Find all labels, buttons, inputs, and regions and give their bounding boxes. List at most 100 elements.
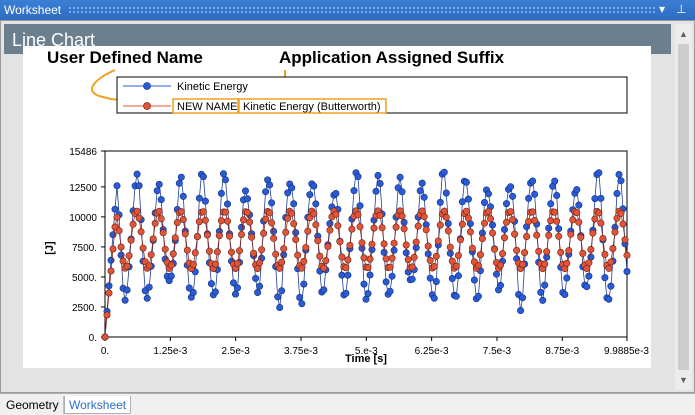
x-tick-label: 6.25e-3 — [415, 346, 449, 357]
data-point — [234, 259, 242, 267]
data-point — [408, 275, 416, 283]
data-point — [498, 250, 506, 258]
tab-worksheet-label: Worksheet — [69, 398, 127, 412]
data-point — [356, 223, 364, 231]
data-point — [525, 218, 533, 226]
data-point — [316, 252, 324, 260]
data-point — [621, 236, 629, 244]
data-point — [298, 300, 306, 308]
tab-geometry[interactable]: Geometry — [2, 396, 64, 414]
data-point — [386, 287, 394, 295]
data-point — [553, 217, 561, 225]
data-point — [458, 220, 466, 228]
data-point — [222, 208, 230, 216]
data-point — [314, 237, 322, 245]
data-point — [262, 188, 270, 196]
data-point — [276, 303, 284, 311]
data-point — [509, 192, 517, 200]
data-point — [145, 262, 153, 270]
data-point — [338, 253, 346, 261]
data-point — [416, 187, 424, 195]
data-point — [123, 286, 131, 294]
data-point — [601, 274, 609, 282]
data-point — [517, 306, 525, 314]
data-point — [296, 294, 304, 302]
vertical-scrollbar[interactable]: ▲ ▼ — [675, 24, 692, 390]
data-point — [478, 235, 486, 243]
data-point — [246, 218, 254, 226]
data-point — [418, 179, 426, 187]
data-point — [553, 192, 561, 200]
data-point — [583, 265, 591, 273]
data-point — [107, 267, 115, 275]
data-point — [310, 210, 318, 218]
data-point — [220, 170, 228, 178]
window-titlebar: Worksheet ▾ ⊥ — [0, 0, 695, 20]
data-point — [404, 256, 412, 264]
data-point — [135, 214, 143, 222]
data-point — [211, 288, 219, 296]
data-point — [597, 194, 605, 202]
data-point — [507, 183, 515, 191]
data-point — [484, 190, 492, 198]
data-point — [412, 238, 420, 246]
data-point — [432, 278, 440, 286]
data-point — [617, 177, 625, 185]
data-point — [226, 232, 234, 240]
x-axis-label: Time [s] — [345, 353, 387, 365]
data-point — [195, 218, 203, 226]
scroll-down-icon[interactable]: ▼ — [677, 374, 690, 386]
data-point — [262, 215, 270, 223]
data-point — [145, 283, 153, 291]
data-point — [115, 227, 123, 235]
data-point — [583, 283, 591, 291]
titlebar-grip[interactable] — [68, 6, 655, 14]
data-point — [414, 222, 422, 230]
data-point — [207, 280, 215, 288]
tab-worksheet[interactable]: Worksheet — [64, 396, 132, 414]
data-point — [270, 234, 278, 242]
data-point — [326, 226, 334, 234]
data-point — [611, 228, 619, 236]
scroll-up-icon[interactable]: ▲ — [677, 28, 690, 40]
data-point — [597, 219, 605, 227]
data-point — [117, 251, 125, 259]
data-point — [334, 222, 342, 230]
data-point — [446, 249, 454, 257]
data-point — [436, 198, 444, 206]
data-point — [545, 231, 553, 239]
data-point — [336, 238, 344, 246]
data-point — [587, 246, 595, 254]
data-point — [254, 289, 262, 297]
data-point — [133, 170, 141, 178]
pin-icon[interactable]: ⊥ — [676, 2, 686, 16]
data-point — [488, 229, 496, 237]
data-point — [292, 236, 300, 244]
data-point — [430, 294, 438, 302]
data-point — [390, 239, 398, 247]
data-point — [215, 232, 223, 240]
data-point — [137, 228, 145, 236]
y-tick-label: 12500 — [69, 183, 97, 194]
data-point — [464, 195, 472, 203]
data-point — [388, 272, 396, 280]
data-point — [332, 190, 340, 198]
data-point — [372, 187, 380, 195]
data-point — [496, 261, 504, 269]
data-point — [320, 286, 328, 294]
data-point — [623, 251, 631, 259]
annotation-user-defined: User Defined Name — [47, 48, 203, 67]
data-point — [380, 248, 388, 256]
data-point — [511, 230, 519, 238]
data-point — [456, 236, 464, 244]
dropdown-icon[interactable]: ▾ — [659, 2, 665, 16]
data-point — [464, 214, 472, 222]
data-point — [531, 190, 539, 198]
data-point — [278, 258, 286, 266]
data-point — [452, 292, 460, 300]
y-tick-label: 10000 — [69, 213, 97, 224]
data-point — [344, 271, 352, 279]
data-point — [573, 209, 581, 217]
data-point — [468, 244, 476, 252]
scroll-thumb[interactable] — [678, 44, 689, 370]
